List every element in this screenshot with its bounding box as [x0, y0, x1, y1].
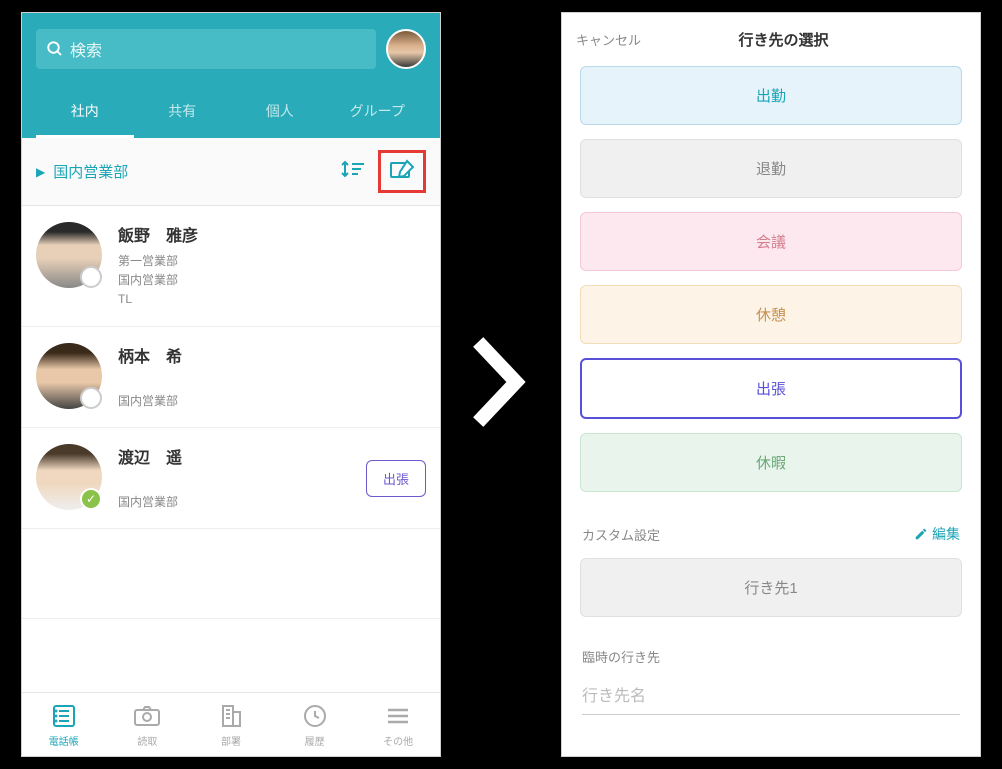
profile-avatar[interactable]	[386, 29, 426, 69]
nav-other[interactable]: その他	[356, 703, 440, 748]
header: 検索 社内 共有 個人 グループ	[22, 13, 440, 138]
nav-label: 電話帳	[49, 733, 79, 748]
custom-settings-row: カスタム設定 編集	[562, 506, 980, 558]
nav-department[interactable]: 部署	[189, 703, 273, 748]
temp-destination-input[interactable]	[582, 680, 960, 715]
sort-button[interactable]	[340, 159, 366, 184]
option-vacation[interactable]: 休暇	[580, 433, 962, 492]
temp-label: 臨時の行き先	[582, 647, 960, 666]
search-input[interactable]: 検索	[36, 29, 376, 69]
edit-label: 編集	[932, 524, 960, 544]
contact-name: 飯野 雅彦	[118, 222, 426, 246]
contact-list: 飯野 雅彦 第一営業部 国内営業部 TL 柄本 希 国内営業部	[22, 206, 440, 692]
tab-group[interactable]: グループ	[329, 87, 427, 138]
status-indicator	[80, 266, 102, 288]
tabs: 社内 共有 個人 グループ	[36, 87, 426, 138]
contact-item[interactable]: 飯野 雅彦 第一営業部 国内営業部 TL	[22, 206, 440, 327]
status-indicator-active: ✓	[80, 488, 102, 510]
contact-dept: 第一営業部	[118, 252, 426, 271]
compose-button[interactable]	[385, 155, 419, 188]
option-custom-1[interactable]: 行き先1	[580, 558, 962, 617]
pencil-icon	[914, 527, 928, 541]
camera-icon	[133, 703, 161, 729]
search-icon	[46, 40, 64, 58]
clock-icon	[303, 703, 327, 729]
compose-highlight	[378, 150, 426, 193]
nav-label: 部署	[221, 733, 241, 748]
status-indicator	[80, 387, 102, 409]
contact-dept: 国内営業部	[118, 271, 426, 290]
modal-title: 行き先の選択	[601, 29, 966, 50]
contact-dept	[118, 373, 426, 392]
tab-internal[interactable]: 社内	[36, 87, 134, 138]
contact-role: TL	[118, 290, 426, 309]
building-icon	[219, 703, 243, 729]
option-attendance[interactable]: 出勤	[580, 66, 962, 125]
nav-phonebook[interactable]: 電話帳	[22, 703, 106, 748]
avatar-wrap: ✓	[36, 444, 102, 510]
section-bar: ▶ 国内営業部	[22, 138, 440, 206]
avatar-wrap	[36, 222, 102, 288]
temp-section: 臨時の行き先	[562, 617, 980, 725]
contact-info: 渡辺 遥 国内営業部	[118, 444, 366, 512]
destination-select-screen: キャンセル 行き先の選択 出勤 退勤 会議 休憩 出張 休暇 カスタム設定 編集…	[561, 12, 981, 757]
tab-shared[interactable]: 共有	[134, 87, 232, 138]
option-leave[interactable]: 退勤	[580, 139, 962, 198]
contact-dept	[118, 474, 366, 493]
contact-name: 渡辺 遥	[118, 444, 366, 468]
expand-icon[interactable]: ▶	[36, 165, 45, 179]
modal-header: キャンセル 行き先の選択	[562, 13, 980, 66]
nav-history[interactable]: 履歴	[273, 703, 357, 748]
tab-personal[interactable]: 個人	[231, 87, 329, 138]
contact-item[interactable]: 柄本 希 国内営業部	[22, 327, 440, 428]
nav-label: 読取	[137, 733, 157, 748]
nav-label: その他	[383, 733, 413, 748]
edit-button[interactable]: 編集	[914, 524, 960, 544]
avatar-wrap	[36, 343, 102, 409]
contact-dept: 国内営業部	[118, 493, 366, 512]
section-label: 国内営業部	[53, 161, 340, 182]
custom-label: カスタム設定	[582, 525, 914, 544]
contact-name: 柄本 希	[118, 343, 426, 367]
menu-icon	[386, 703, 410, 729]
nav-scan[interactable]: 読取	[106, 703, 190, 748]
contact-info: 柄本 希 国内営業部	[118, 343, 426, 411]
phonebook-icon	[51, 703, 77, 729]
options-list: 出勤 退勤 会議 休憩 出張 休暇	[562, 66, 980, 506]
contact-item-empty	[22, 529, 440, 619]
option-break[interactable]: 休憩	[580, 285, 962, 344]
contact-dept: 国内営業部	[118, 392, 426, 411]
search-placeholder: 検索	[70, 37, 102, 61]
status-badge: 出張	[366, 460, 426, 497]
contact-item[interactable]: ✓ 渡辺 遥 国内営業部 出張	[22, 428, 440, 529]
arrow-icon	[471, 332, 531, 437]
contact-info: 飯野 雅彦 第一営業部 国内営業部 TL	[118, 222, 426, 310]
contact-list-screen: 検索 社内 共有 個人 グループ ▶ 国内営業部	[21, 12, 441, 757]
search-row: 検索	[36, 29, 426, 69]
bottom-nav: 電話帳 読取 部署 履歴 その他	[22, 692, 440, 756]
nav-label: 履歴	[305, 733, 325, 748]
option-businesstrip-selected[interactable]: 出張	[580, 358, 962, 419]
option-meeting[interactable]: 会議	[580, 212, 962, 271]
